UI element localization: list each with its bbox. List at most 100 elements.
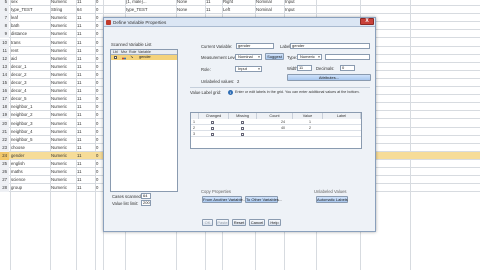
cell-value[interactable]: 2 xyxy=(309,126,311,131)
grid-cell-type[interactable]: Numeric xyxy=(50,103,75,111)
grid-cell-d[interactable]: 0 xyxy=(95,79,102,87)
grid-cell-name[interactable]: neighbor_5 xyxy=(10,136,40,144)
from-another-variable-button[interactable]: From Another Variable... xyxy=(202,196,246,203)
grid-cell-type[interactable]: Numeric xyxy=(50,128,75,136)
grid-cell-d[interactable]: 0 xyxy=(95,152,102,160)
grid-cell-measure[interactable]: Nominal xyxy=(255,6,275,14)
grid-cell-type[interactable]: Numeric xyxy=(50,144,75,152)
missing-checkbox[interactable] xyxy=(241,127,244,130)
grid-cell-name[interactable]: type_TEST xyxy=(10,6,40,14)
cell-value[interactable]: 1 xyxy=(309,120,311,125)
grid-cell-w[interactable]: 11 xyxy=(76,111,85,119)
grid-cell-w[interactable]: 11 xyxy=(76,160,85,168)
grid-cell-d[interactable]: 0 xyxy=(95,55,102,63)
decimals-field[interactable]: 0 xyxy=(340,65,355,71)
changed-checkbox[interactable] xyxy=(211,121,214,124)
grid-cell-values[interactable]: type_TEST xyxy=(125,6,150,14)
grid-cell-type[interactable]: Numeric xyxy=(50,176,75,184)
reset-button[interactable]: Reset xyxy=(232,219,246,226)
grid-cell-missing[interactable]: None xyxy=(176,6,194,14)
grid-cell-w[interactable]: 11 xyxy=(76,136,85,144)
grid-cell-type[interactable]: Numeric xyxy=(50,111,75,119)
grid-cell-type[interactable]: Numeric xyxy=(50,22,75,30)
grid-cell-d[interactable]: 0 xyxy=(95,95,102,103)
grid-cell-name[interactable]: gender xyxy=(10,152,40,160)
grid-cell-w[interactable]: 11 xyxy=(76,128,85,136)
grid-cell-d[interactable]: 0 xyxy=(95,111,102,119)
grid-cell-type[interactable]: Numeric xyxy=(50,71,75,79)
grid-cell-d[interactable]: 0 xyxy=(95,39,102,47)
grid-cell-type[interactable]: Numeric xyxy=(50,168,75,176)
grid-cell-type[interactable]: Numeric xyxy=(50,87,75,95)
grid-cell-align[interactable]: Left xyxy=(222,6,242,14)
grid-cell-name[interactable]: neighbor_1 xyxy=(10,103,40,111)
grid-cell-d[interactable]: 0 xyxy=(95,120,102,128)
grid-cell-name[interactable]: group xyxy=(10,184,40,192)
grid-cell-w[interactable]: 11 xyxy=(76,168,85,176)
grid-cell-name[interactable]: rent xyxy=(10,47,40,55)
grid-cell-type[interactable]: Numeric xyxy=(50,79,75,87)
table-row[interactable]: 2 40 2 xyxy=(191,126,361,131)
width-field[interactable]: 11 xyxy=(297,65,312,71)
grid-cell-d[interactable]: 0 xyxy=(95,128,102,136)
attributes-button[interactable]: Attributes... xyxy=(287,74,371,81)
value-labels-table[interactable]: Changed Missing Count Value Label 1 24 1 2 40 2 3 xyxy=(190,112,362,149)
grid-cell-w[interactable]: 11 xyxy=(76,30,85,38)
changed-checkbox[interactable] xyxy=(211,133,214,136)
grid-cell-d[interactable]: 0 xyxy=(95,168,102,176)
grid-cell-name[interactable]: trans xyxy=(10,39,40,47)
grid-cell-d[interactable]: 0 xyxy=(95,184,102,192)
suggest-button[interactable]: Suggest xyxy=(265,53,284,60)
grid-cell-type[interactable]: Numeric xyxy=(50,120,75,128)
role-select[interactable]: Input ▾ xyxy=(235,66,262,72)
grid-cell-type[interactable]: String xyxy=(50,6,75,14)
grid-cell-name[interactable]: bath xyxy=(10,22,40,30)
grid-cell-type[interactable]: Numeric xyxy=(50,160,75,168)
grid-cell-w[interactable]: 11 xyxy=(76,39,85,47)
grid-cell-d[interactable]: 0 xyxy=(95,6,102,14)
grid-cell-cols[interactable]: 11 xyxy=(205,6,217,14)
grid-cell-type[interactable]: Numeric xyxy=(50,152,75,160)
grid-cell-name[interactable]: english xyxy=(10,160,40,168)
cases-scanned-field[interactable]: 64 xyxy=(141,193,151,199)
grid-cell-name[interactable]: decor_1 xyxy=(10,63,40,71)
grid-cell-w[interactable]: 11 xyxy=(76,184,85,192)
grid-cell-type[interactable]: Numeric xyxy=(50,30,75,38)
missing-checkbox[interactable] xyxy=(241,133,244,136)
grid-cell-d[interactable]: 0 xyxy=(95,71,102,79)
grid-cell-type[interactable]: Numeric xyxy=(50,47,75,55)
grid-cell-w[interactable]: 11 xyxy=(76,71,85,79)
grid-cell-w[interactable]: 11 xyxy=(76,152,85,160)
grid-cell-d[interactable]: 0 xyxy=(95,176,102,184)
grid-cell-name[interactable]: maths xyxy=(10,168,40,176)
grid-cell-d[interactable]: 0 xyxy=(95,160,102,168)
grid-cell-w[interactable]: 11 xyxy=(76,87,85,95)
grid-cell-w[interactable]: 11 xyxy=(76,95,85,103)
automatic-labels-button[interactable]: Automatic Labels xyxy=(316,196,348,203)
grid-cell-w[interactable]: 11 xyxy=(76,103,85,111)
grid-cell-d[interactable]: 0 xyxy=(95,103,102,111)
grid-cell-d[interactable]: 0 xyxy=(95,144,102,152)
grid-cell-name[interactable]: neighbor_4 xyxy=(10,128,40,136)
grid-cell-w[interactable]: 11 xyxy=(76,47,85,55)
close-button[interactable]: X xyxy=(360,18,374,25)
paste-button[interactable]: Paste xyxy=(216,219,229,226)
missing-checkbox[interactable] xyxy=(241,121,244,124)
changed-checkbox[interactable] xyxy=(211,127,214,130)
grid-cell-type[interactable]: Numeric xyxy=(50,63,75,71)
grid-cell-type[interactable]: Numeric xyxy=(50,184,75,192)
grid-cell-type[interactable]: Numeric xyxy=(50,55,75,63)
variable-list-item-gender[interactable]: ↘ gender xyxy=(111,55,177,60)
grid-cell-name[interactable]: science xyxy=(10,176,40,184)
grid-cell-name[interactable]: distance xyxy=(10,30,40,38)
grid-cell-name[interactable]: neighbor_3 xyxy=(10,120,40,128)
label-field[interactable]: gender xyxy=(290,43,370,49)
dialog-titlebar[interactable]: Define Variable Properties X xyxy=(104,18,375,27)
grid-cell-name[interactable]: decor_5 xyxy=(10,95,40,103)
grid-row[interactable]: 6 type_TEST String 64 0 type_TEST None 11 Left No… xyxy=(0,6,480,15)
grid-cell-d[interactable]: 0 xyxy=(95,47,102,55)
grid-cell-type[interactable]: Numeric xyxy=(50,14,75,22)
table-row[interactable]: 1 24 1 xyxy=(191,120,361,125)
grid-cell-name[interactable]: decor_3 xyxy=(10,79,40,87)
grid-cell-d[interactable]: 0 xyxy=(95,30,102,38)
